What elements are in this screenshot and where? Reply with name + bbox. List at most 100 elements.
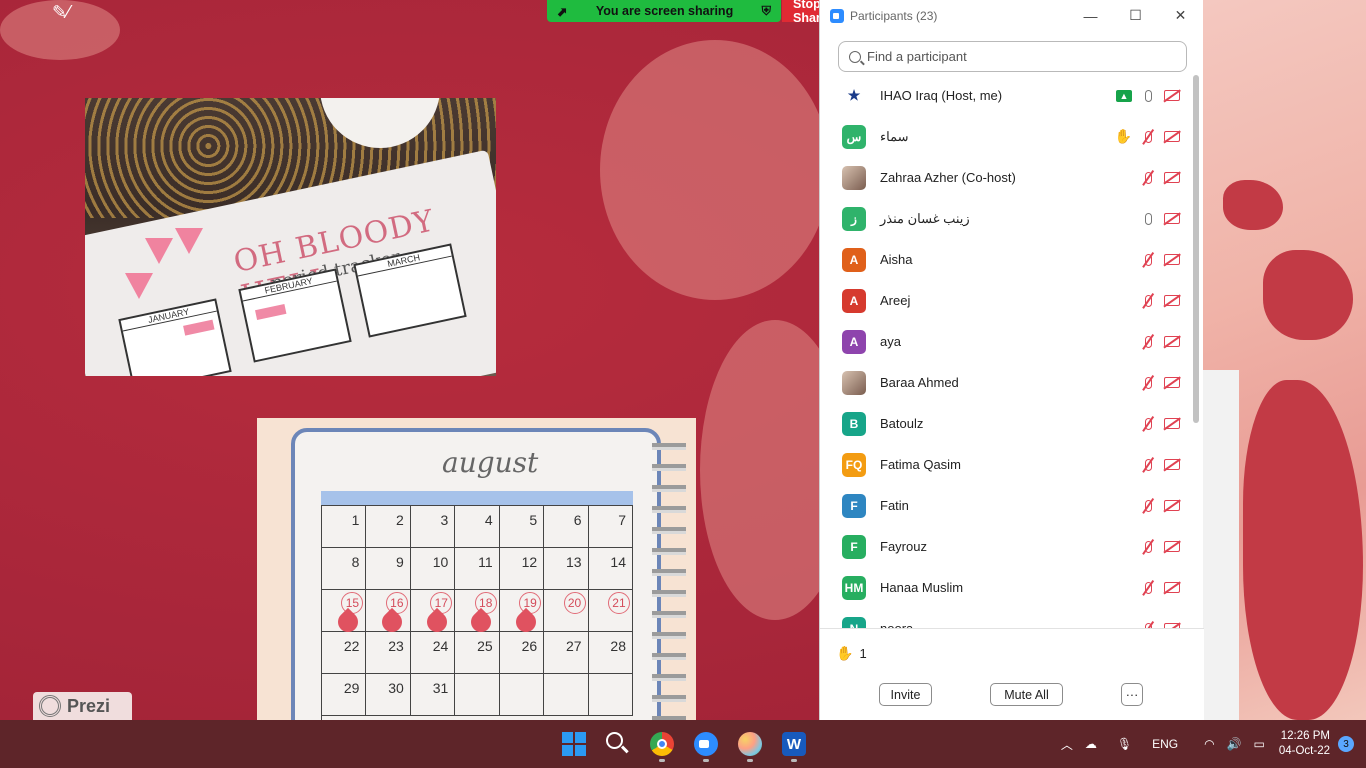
mic-muted-icon[interactable]: [1140, 333, 1156, 350]
calendar-day-number: 7: [618, 512, 626, 528]
video-off-icon[interactable]: [1163, 375, 1181, 391]
notification-badge[interactable]: 3: [1338, 736, 1354, 752]
mic-muted-icon[interactable]: [1140, 579, 1156, 596]
participant-row[interactable]: HM Hanaa Muslim: [820, 567, 1192, 608]
mic-muted-icon[interactable]: [1140, 251, 1156, 268]
participant-row[interactable]: F Fayrouz: [820, 526, 1192, 567]
participant-row[interactable]: FQ Fatima Qasim: [820, 444, 1192, 485]
video-off-icon[interactable]: [1163, 170, 1181, 186]
participant-name: Batoulz: [880, 416, 924, 431]
panel-titlebar: Participants (23) — ☐ ✕: [820, 0, 1203, 31]
mic-muted-icon[interactable]: [1140, 169, 1156, 186]
calendar-day: [544, 674, 589, 716]
calendar-month-title: august: [442, 446, 539, 479]
calendar-header-bar: [321, 491, 633, 505]
volume-icon[interactable]: 🔊: [1227, 737, 1242, 751]
video-off-icon[interactable]: [1163, 334, 1181, 350]
participant-name: سماء: [880, 128, 909, 144]
video-off-icon[interactable]: [1163, 539, 1181, 555]
video-off-icon[interactable]: [1163, 621, 1181, 628]
screen-sharing-banner[interactable]: ⬈ You are screen sharing ⛨: [547, 0, 781, 22]
participant-avatar: F: [842, 534, 866, 559]
calendar-day: 25: [455, 632, 500, 674]
participant-row[interactable]: Nnoora: [820, 608, 1192, 628]
participant-row[interactable]: ★ IHAO Iraq (Host, me) ▲: [820, 75, 1192, 116]
paint-icon[interactable]: [738, 732, 762, 756]
video-off-icon[interactable]: [1163, 129, 1181, 145]
prezi-logo-icon: [39, 695, 61, 717]
mic-muted-icon[interactable]: [1140, 620, 1156, 628]
participant-row[interactable]: ز زينب غسان منذر: [820, 198, 1192, 239]
mic-muted-icon[interactable]: [1140, 538, 1156, 555]
mic-muted-icon[interactable]: [1140, 292, 1156, 309]
windows-logo-icon: [562, 732, 573, 743]
minimize-button[interactable]: —: [1068, 0, 1113, 31]
participant-row[interactable]: B Batoulz: [820, 403, 1192, 444]
participant-row[interactable]: س سماء ✋: [820, 116, 1192, 157]
clock[interactable]: 12:26 PM 04-Oct-22: [1279, 729, 1330, 759]
battery-icon[interactable]: ▭: [1254, 737, 1265, 751]
mic-muted-icon[interactable]: [1140, 415, 1156, 432]
mic-shape: [1144, 212, 1152, 225]
calendar-day: 29: [322, 674, 367, 716]
participant-row[interactable]: A Aisha: [820, 239, 1192, 280]
language-indicator[interactable]: ENG: [1152, 737, 1178, 751]
participant-avatar: HM: [842, 575, 866, 600]
word-icon[interactable]: W: [782, 732, 806, 756]
close-button[interactable]: ✕: [1158, 0, 1203, 31]
chevron-up-icon[interactable]: ︿: [1061, 736, 1073, 753]
stop-share-button[interactable]: Stop Share: [782, 0, 822, 22]
mic-muted-icon[interactable]: [1140, 497, 1156, 514]
participant-row[interactable]: Aaya: [820, 321, 1192, 362]
onedrive-cloud-icon[interactable]: ☁: [1085, 737, 1097, 751]
more-options-button[interactable]: ···: [1121, 683, 1143, 706]
video-off-icon[interactable]: [1163, 457, 1181, 473]
mute-all-button[interactable]: Mute All: [990, 683, 1063, 706]
search-input[interactable]: [867, 49, 1186, 64]
invite-button[interactable]: Invite: [879, 683, 932, 706]
participant-list-scrollbar[interactable]: [1193, 75, 1199, 423]
participant-list[interactable]: ★ IHAO Iraq (Host, me) ▲ س سماء ✋ Zahraa Azher…: [820, 75, 1192, 628]
camera-icon: [699, 740, 709, 748]
video-off-icon[interactable]: [1163, 580, 1181, 596]
participant-status-icons: [1140, 579, 1192, 596]
calendar-day: 1: [322, 506, 367, 548]
participant-row[interactable]: Baraa Ahmed: [820, 362, 1192, 403]
start-button[interactable]: [562, 732, 586, 756]
microphone-icon[interactable]: 🎙: [1117, 737, 1132, 751]
wifi-icon[interactable]: ◠: [1204, 737, 1214, 751]
video-off-icon[interactable]: [1163, 211, 1181, 227]
calendar-day-number: 14: [610, 554, 626, 570]
zoom-icon[interactable]: [694, 732, 718, 756]
mic-muted-icon[interactable]: [1140, 374, 1156, 391]
maximize-button[interactable]: ☐: [1113, 0, 1158, 31]
video-off-icon[interactable]: [1163, 252, 1181, 268]
participant-row[interactable]: F Fatin: [820, 485, 1192, 526]
mic-icon[interactable]: [1140, 88, 1156, 104]
participant-name: Hanaa Muslim: [880, 580, 964, 595]
calendar-day: 17: [410, 590, 456, 637]
calendar-day-number: 31: [432, 680, 449, 696]
participant-name: Fayrouz: [880, 539, 927, 554]
windows-taskbar: W ︿ ☁ 🎙 ENG ◠ 🔊 ▭ 12:26 PM 04-Oct-22 3: [0, 720, 1366, 768]
annotation-tools-icon[interactable]: ✎⁄: [52, 2, 88, 22]
calendar-day: 4: [455, 506, 500, 548]
video-off-icon[interactable]: [1163, 498, 1181, 514]
participant-status-icons: [1140, 169, 1192, 186]
raised-hand-icon: ✋: [1114, 128, 1132, 144]
running-indicator: [791, 759, 797, 762]
participant-row[interactable]: A Areej: [820, 280, 1192, 321]
video-off-icon[interactable]: [1163, 88, 1181, 104]
participant-search[interactable]: [838, 41, 1187, 72]
video-off-icon[interactable]: [1163, 293, 1181, 309]
mic-icon[interactable]: [1140, 211, 1156, 227]
participant-avatar: FQ: [842, 452, 866, 477]
panel-footer: ✋ 1 Invite Mute All ···: [820, 628, 1204, 720]
chrome-icon[interactable]: [650, 732, 674, 756]
video-off-icon[interactable]: [1163, 416, 1181, 432]
search-taskbar-icon[interactable]: [606, 732, 630, 756]
mic-muted-icon[interactable]: [1140, 128, 1156, 145]
mic-muted-icon[interactable]: [1140, 456, 1156, 473]
background-art: [1203, 0, 1366, 720]
participant-row[interactable]: Zahraa Azher (Co-host): [820, 157, 1192, 198]
